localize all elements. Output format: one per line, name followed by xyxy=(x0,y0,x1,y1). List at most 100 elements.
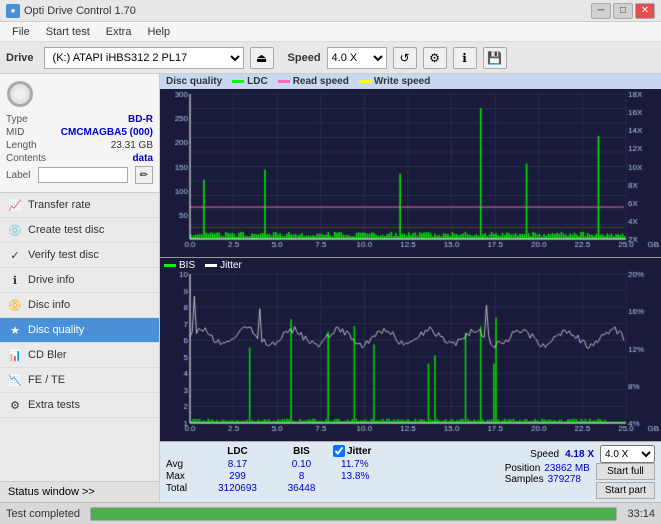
sidebar: Type BD-R MID CMCMAGBA5 (000) Length 23.… xyxy=(0,74,160,502)
ldc-label: LDC xyxy=(247,76,268,87)
disc-panel: Type BD-R MID CMCMAGBA5 (000) Length 23.… xyxy=(0,74,159,193)
sidebar-item-label: Create test disc xyxy=(28,224,104,236)
fe-te-icon: 📉 xyxy=(8,373,22,387)
drive-info-icon: ℹ xyxy=(8,273,22,287)
toolbar: Drive (K:) ATAPI iHBS312 2 PL17 ⏏ Speed … xyxy=(0,42,661,74)
sidebar-item-label: Verify test disc xyxy=(28,249,99,261)
sidebar-item-disc-quality[interactable]: ★ Disc quality xyxy=(0,318,159,343)
speed-select[interactable]: 4.0 X xyxy=(327,47,387,69)
speed-select-stats[interactable]: 4.0 X xyxy=(600,445,655,463)
write-speed-label: Write speed xyxy=(374,76,431,87)
max-bis: 8 xyxy=(274,471,329,482)
titlebar: ● Opti Drive Control 1.70 ─ □ ✕ xyxy=(0,0,661,22)
label-input[interactable] xyxy=(38,167,128,183)
read-speed-label: Read speed xyxy=(293,76,349,87)
start-full-button[interactable]: Start full xyxy=(596,463,655,480)
write-speed-color xyxy=(359,80,371,83)
start-part-button[interactable]: Start part xyxy=(596,482,655,499)
sidebar-item-drive-info[interactable]: ℹ Drive info xyxy=(0,268,159,293)
position-label: Position xyxy=(505,463,541,474)
info-button[interactable]: ℹ xyxy=(453,47,477,69)
sidebar-item-label: Transfer rate xyxy=(28,199,91,211)
app-icon: ● xyxy=(6,4,20,18)
sidebar-item-label: Disc info xyxy=(28,299,70,311)
extra-tests-icon: ⚙ xyxy=(8,398,22,412)
position-value: 23862 MB xyxy=(544,463,590,474)
length-label: Length xyxy=(6,140,37,151)
ldc-col-header: LDC xyxy=(205,446,270,457)
total-bis: 36448 xyxy=(274,483,329,494)
settings-button[interactable]: ⚙ xyxy=(423,47,447,69)
minimize-button[interactable]: ─ xyxy=(591,3,611,19)
menu-help[interactable]: Help xyxy=(139,24,178,40)
samples-label: Samples xyxy=(505,474,544,485)
avg-ldc: 8.17 xyxy=(205,459,270,470)
refresh-button[interactable]: ↺ xyxy=(393,47,417,69)
bis-col-header: BIS xyxy=(274,446,329,457)
sidebar-item-cd-bler[interactable]: 📊 CD Bler xyxy=(0,343,159,368)
speed-label: Speed xyxy=(530,449,559,460)
samples-value: 379278 xyxy=(548,474,581,485)
time-display: 33:14 xyxy=(627,508,655,520)
save-button[interactable]: 💾 xyxy=(483,47,507,69)
label-edit-button[interactable]: ✏ xyxy=(135,166,153,184)
max-ldc: 299 xyxy=(205,471,270,482)
eject-button[interactable]: ⏏ xyxy=(250,47,274,69)
menu-start-test[interactable]: Start test xyxy=(38,24,98,40)
ldc-color xyxy=(232,80,244,83)
type-label: Type xyxy=(6,114,28,125)
sidebar-item-label: CD Bler xyxy=(28,349,67,361)
drive-select[interactable]: (K:) ATAPI iHBS312 2 PL17 xyxy=(44,47,244,69)
ldc-legend: LDC xyxy=(232,76,268,87)
status-window-label: Status window >> xyxy=(8,486,95,498)
avg-label: Avg xyxy=(166,459,201,470)
total-ldc: 3120693 xyxy=(205,483,270,494)
bis-color xyxy=(164,264,176,267)
read-speed-color xyxy=(278,80,290,83)
sidebar-item-fe-te[interactable]: 📉 FE / TE xyxy=(0,368,159,393)
sidebar-item-disc-info[interactable]: 📀 Disc info xyxy=(0,293,159,318)
bis-legend: BIS xyxy=(164,260,195,271)
sidebar-item-extra-tests[interactable]: ⚙ Extra tests xyxy=(0,393,159,418)
jitter-color xyxy=(205,264,217,267)
disc-info-icon: 📀 xyxy=(8,298,22,312)
mid-label: MID xyxy=(6,127,24,138)
disc-icon xyxy=(6,80,34,108)
disc-length: 23.31 GB xyxy=(111,140,153,151)
progress-bar xyxy=(91,508,616,520)
sidebar-item-label: Disc quality xyxy=(28,324,84,336)
sidebar-item-verify-test-disc[interactable]: ✓ Verify test disc xyxy=(0,243,159,268)
jitter-col-header: Jitter xyxy=(347,446,371,457)
content-area: Disc quality LDC Read speed Write speed xyxy=(160,74,661,502)
max-jitter: 13.8% xyxy=(341,471,369,482)
transfer-rate-icon: 📈 xyxy=(8,198,22,212)
disc-quality-icon: ★ xyxy=(8,323,22,337)
progress-container xyxy=(90,507,617,521)
verify-test-disc-icon: ✓ xyxy=(8,248,22,262)
status-window-button[interactable]: Status window >> xyxy=(0,481,159,502)
sidebar-item-label: FE / TE xyxy=(28,374,65,386)
speed-label: Speed xyxy=(288,52,321,64)
sidebar-item-transfer-rate[interactable]: 📈 Transfer rate xyxy=(0,193,159,218)
write-speed-legend: Write speed xyxy=(359,76,431,87)
avg-bis: 0.10 xyxy=(274,459,329,470)
sidebar-item-label: Extra tests xyxy=(28,399,80,411)
menubar: File Start test Extra Help xyxy=(0,22,661,42)
total-label: Total xyxy=(166,483,201,494)
drive-label: Drive xyxy=(6,52,34,64)
chart2-canvas xyxy=(160,258,661,441)
chart1-title: Disc quality xyxy=(166,76,222,87)
jitter-chart-label: Jitter xyxy=(220,260,242,271)
stats-area: LDC BIS Jitter Avg 8.17 0.10 11.7% xyxy=(160,441,661,502)
sidebar-item-create-test-disc[interactable]: 💿 Create test disc xyxy=(0,218,159,243)
sidebar-item-label: Drive info xyxy=(28,274,74,286)
maximize-button[interactable]: □ xyxy=(613,3,633,19)
close-button[interactable]: ✕ xyxy=(635,3,655,19)
max-label: Max xyxy=(166,471,201,482)
speed-value: 4.18 X xyxy=(565,449,594,460)
menu-extra[interactable]: Extra xyxy=(98,24,140,40)
cd-bler-icon: 📊 xyxy=(8,348,22,362)
menu-file[interactable]: File xyxy=(4,24,38,40)
jitter-checkbox[interactable] xyxy=(333,445,345,457)
contents-label: Contents xyxy=(6,153,46,164)
